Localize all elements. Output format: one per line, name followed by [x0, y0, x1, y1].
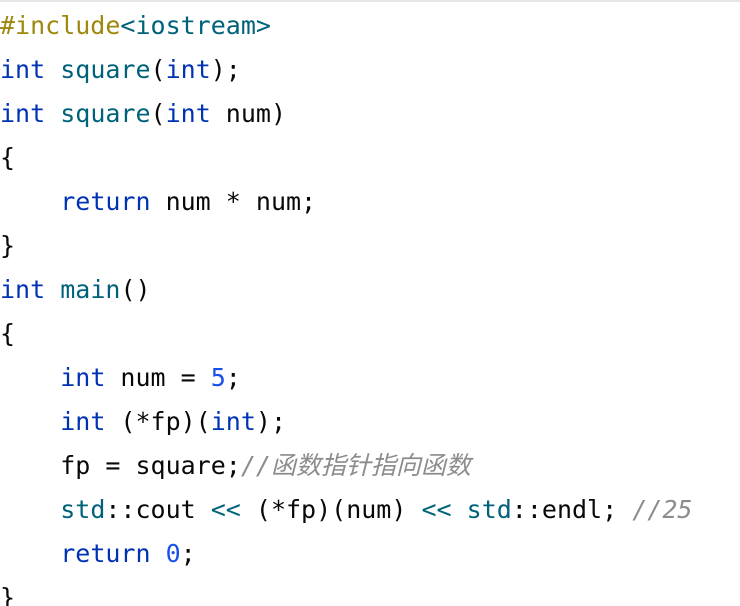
code-token-text: ( — [150, 55, 166, 84]
code-token-operator_ns: << — [210, 495, 241, 524]
code-line[interactable]: int main() — [0, 268, 151, 312]
code-token-function: square — [60, 99, 151, 128]
code-line[interactable]: return 0; — [0, 532, 196, 576]
code-token-text: fp = square; — [0, 451, 241, 480]
code-token-text: { — [0, 143, 16, 172]
code-token-keyword: int — [165, 99, 211, 128]
code-token-keyword: int — [210, 407, 256, 436]
code-token-text: () — [120, 275, 151, 304]
code-token-text: ::endl; — [511, 495, 633, 524]
code-token-number: 0 — [165, 539, 181, 568]
code-token-number: 5 — [210, 363, 226, 392]
code-token-function: square — [60, 55, 151, 84]
code-line[interactable]: #include<iostream> — [0, 4, 271, 48]
code-token-text: } — [0, 231, 16, 260]
code-token-keyword: int — [60, 407, 106, 436]
code-token-text: ; — [180, 539, 196, 568]
code-token-text: ); — [210, 55, 241, 84]
code-token-keyword: int — [0, 99, 46, 128]
code-line[interactable]: int square(int); — [0, 48, 241, 92]
code-token-text: { — [0, 319, 16, 348]
code-line[interactable]: { — [0, 136, 15, 180]
code-line[interactable]: std::cout << (*fp)(num) << std::endl; //… — [0, 488, 692, 532]
code-token-text: ( — [150, 99, 166, 128]
code-token-text: ::cout — [105, 495, 211, 524]
code-token-operator_ns: std — [60, 495, 106, 524]
code-line[interactable]: int square(int num) — [0, 92, 286, 136]
code-token-text: num * num; — [150, 187, 317, 216]
code-token-text: ; — [225, 363, 241, 392]
code-token-text: num = — [105, 363, 211, 392]
code-line[interactable]: } — [0, 576, 15, 606]
code-line[interactable]: int num = 5; — [0, 356, 241, 400]
code-token-text: num) — [210, 99, 287, 128]
code-token-function: <iostream> — [120, 11, 271, 40]
code-token-operator_ns: << — [421, 495, 452, 524]
code-token-function: main — [60, 275, 121, 304]
code-token-preprocessor: #include — [0, 11, 121, 40]
code-token-keyword: int — [0, 275, 46, 304]
code-token-comment: //25 — [632, 495, 693, 524]
code-token-operator_ns: std — [466, 495, 512, 524]
code-token-text: (*fp)( — [105, 407, 211, 436]
code-line[interactable]: } — [0, 224, 15, 268]
code-line[interactable]: int (*fp)(int); — [0, 400, 286, 444]
code-line[interactable]: return num * num; — [0, 180, 316, 224]
code-editor[interactable]: #include<iostream> int square(int); int sq… — [0, 0, 740, 606]
code-token-keyword: int — [0, 55, 46, 84]
code-line[interactable]: fp = square;//函数指针指向函数 — [0, 444, 471, 488]
code-token-text: (*fp)(num) — [240, 495, 422, 524]
code-line[interactable]: { — [0, 312, 15, 356]
code-token-keyword: int — [165, 55, 211, 84]
code-token-comment: //函数指针指向函数 — [240, 451, 471, 480]
code-token-keyword: return — [60, 539, 151, 568]
code-token-text: ); — [255, 407, 286, 436]
code-token-keyword: int — [60, 363, 106, 392]
code-token-keyword: return — [60, 187, 151, 216]
code-token-text: } — [0, 583, 16, 606]
